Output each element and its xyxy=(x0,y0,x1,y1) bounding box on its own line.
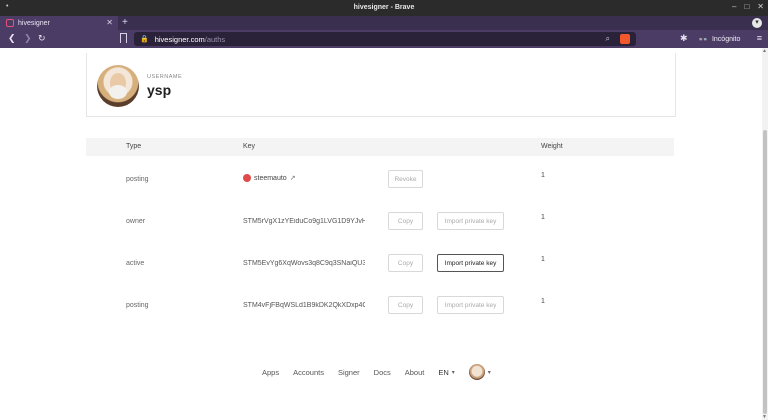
username-value: ysp xyxy=(147,82,172,98)
revoke-button[interactable]: Revoke xyxy=(388,170,423,188)
header-type: Type xyxy=(126,143,142,150)
header-weight: Weight xyxy=(541,143,563,150)
scroll-up-icon[interactable]: ▲ xyxy=(762,48,767,54)
language-label: EN xyxy=(438,367,449,377)
hivesigner-favicon-icon xyxy=(6,19,14,27)
browser-toolbar: ❮ ❯ ↻ 🔒 hivesigner.com/auths ⌕ ✱ 👓 Incóg… xyxy=(0,30,768,48)
footer-link-apps[interactable]: Apps xyxy=(262,368,279,377)
account-menu[interactable]: ▾ xyxy=(468,364,491,380)
incognito-indicator[interactable]: 👓 Incógnito xyxy=(698,33,740,45)
footer-link-docs[interactable]: Docs xyxy=(374,368,391,377)
steemauto-app-icon xyxy=(243,174,251,182)
chevron-down-icon: ▾ xyxy=(487,369,491,376)
public-key: STM5rVgX1zYEiduCo9g1LVG1D9YJvHF xyxy=(243,218,365,225)
row-weight: 1 xyxy=(541,298,545,305)
import-private-key-button[interactable]: Import private key xyxy=(437,212,504,230)
copy-button[interactable]: Copy xyxy=(388,296,423,314)
public-key: STM5EvYg6XqWovs3q8C9q3SNaiQU3 xyxy=(243,260,365,267)
window-titlebar: • hivesigner - Brave – □ ✕ xyxy=(0,0,768,16)
import-private-key-button[interactable]: Import private key xyxy=(437,296,504,314)
app-key-link[interactable]: steemauto ↗ xyxy=(243,174,296,182)
row-weight: 1 xyxy=(541,172,545,179)
minimize-icon[interactable]: – xyxy=(732,2,736,11)
search-icon[interactable]: ⌕ xyxy=(606,34,610,44)
table-row: active STM5EvYg6XqWovs3q8C9q3SNaiQU3 Cop… xyxy=(86,241,674,283)
tab-search-icon[interactable]: ▾ xyxy=(752,18,762,28)
footer-link-signer[interactable]: Signer xyxy=(338,368,360,377)
reload-button[interactable]: ↻ xyxy=(38,33,46,44)
page-content: USERNAME ysp Type Key Weight posting ste… xyxy=(0,48,768,420)
avatar xyxy=(468,364,485,380)
maximize-icon[interactable]: □ xyxy=(744,2,749,11)
avatar-beard xyxy=(109,85,127,99)
table-row: posting steemauto ↗ Revoke 1 xyxy=(86,157,674,199)
url-host: hivesigner.com xyxy=(154,34,205,44)
public-key: STM4vFjFBqWSLd1B9kDK2QkXDxp4C xyxy=(243,302,365,309)
footer-nav: Apps Accounts Signer Docs About EN ▾ ▾ xyxy=(262,364,522,380)
tab-strip: hivesigner ✕ + ▾ xyxy=(0,16,768,30)
incognito-label: Incógnito xyxy=(711,35,741,43)
tab-hivesigner[interactable]: hivesigner ✕ xyxy=(0,16,118,30)
row-type: active xyxy=(126,260,145,267)
row-weight: 1 xyxy=(541,214,545,221)
bookmark-icon[interactable] xyxy=(120,33,127,43)
table-header: Type Key Weight xyxy=(86,138,674,156)
brave-shields-icon[interactable] xyxy=(620,34,630,44)
footer-link-accounts[interactable]: Accounts xyxy=(293,368,324,377)
copy-button[interactable]: Copy xyxy=(388,254,423,272)
row-type: posting xyxy=(126,302,149,309)
extensions-icon[interactable]: ✱ xyxy=(680,33,688,44)
footer-link-about[interactable]: About xyxy=(405,368,425,377)
new-tab-button[interactable]: + xyxy=(122,16,128,30)
incognito-glasses-icon: 👓 xyxy=(698,34,708,44)
table-row: owner STM5rVgX1zYEiduCo9g1LVG1D9YJvHF Co… xyxy=(86,199,674,241)
chevron-down-icon: ▾ xyxy=(451,369,455,376)
header-key: Key xyxy=(243,143,256,150)
row-type: posting xyxy=(126,176,149,183)
browser-menu-icon[interactable]: ≡ xyxy=(757,33,762,43)
scroll-down-icon[interactable]: ▼ xyxy=(762,414,767,420)
url-path: /auths xyxy=(204,34,226,44)
row-type: owner xyxy=(126,218,146,225)
window-controls: – □ ✕ xyxy=(732,2,764,11)
external-link-icon[interactable]: ↗ xyxy=(290,174,296,182)
copy-button[interactable]: Copy xyxy=(388,212,423,230)
username-label: USERNAME xyxy=(147,74,183,80)
scrollbar-thumb[interactable] xyxy=(763,130,767,414)
import-private-key-button[interactable]: Import private key xyxy=(437,254,504,272)
close-window-icon[interactable]: ✕ xyxy=(757,2,764,11)
window-title: hivesigner - Brave xyxy=(353,4,415,11)
lock-icon[interactable]: 🔒 xyxy=(140,35,149,43)
address-bar[interactable]: 🔒 hivesigner.com/auths ⌕ xyxy=(134,32,636,46)
table-row: posting STM4vFjFBqWSLd1B9kDK2QkXDxp4C Co… xyxy=(86,283,674,325)
profile-card: USERNAME ysp xyxy=(86,53,676,117)
avatar xyxy=(97,65,139,107)
language-selector[interactable]: EN ▾ xyxy=(438,368,454,377)
row-weight: 1 xyxy=(541,256,545,263)
back-button[interactable]: ❮ xyxy=(8,33,16,44)
close-tab-icon[interactable]: ✕ xyxy=(106,18,113,27)
page-scrollbar[interactable]: ▲ ▼ xyxy=(762,48,768,420)
forward-button[interactable]: ❯ xyxy=(24,33,32,44)
tab-label: hivesigner xyxy=(18,19,50,27)
app-key-label: steemauto xyxy=(254,174,287,182)
